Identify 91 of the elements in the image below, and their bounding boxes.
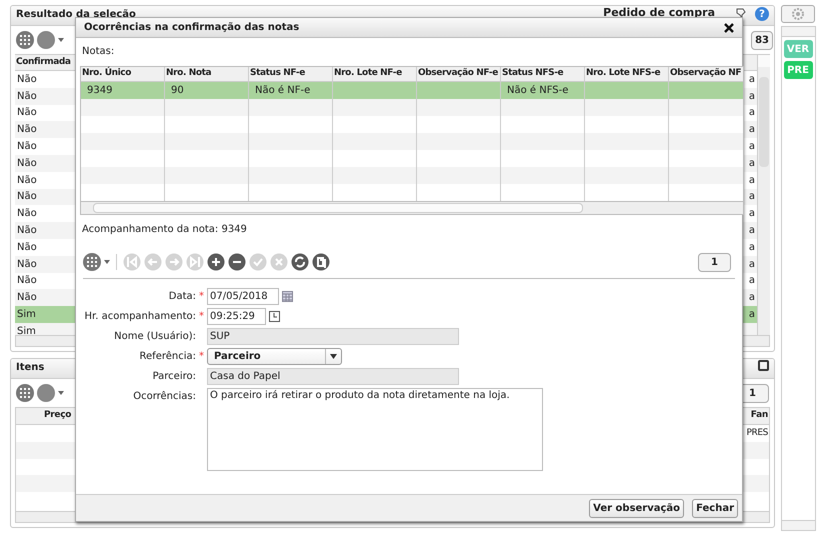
table-cell-text: PRES bbox=[746, 426, 768, 440]
table-cell-text: Não bbox=[16, 207, 38, 222]
table-cell-text: Não bbox=[16, 90, 38, 104]
panel-title: Resultado da seleção bbox=[16, 8, 136, 22]
table-cell-text: a bbox=[748, 308, 756, 322]
table-cell-text: a bbox=[748, 156, 756, 171]
field-label: Ocorrências: bbox=[132, 390, 196, 404]
caret-icon bbox=[58, 391, 64, 395]
table-cell-text: a bbox=[748, 207, 756, 222]
copy-icon[interactable] bbox=[312, 253, 330, 271]
context-title: Pedido de compra bbox=[603, 7, 715, 19]
table-cell-text: a bbox=[748, 90, 756, 104]
column-header[interactable]: Nro. Lote NF-e bbox=[333, 67, 417, 81]
text-area[interactable]: O parceiro irá retirar o produto da nota diretamente na loja. bbox=[207, 388, 543, 471]
settings-button[interactable] bbox=[781, 5, 815, 23]
column-header[interactable]: Nro. Nota bbox=[165, 67, 249, 81]
help-button[interactable]: ? bbox=[755, 7, 769, 21]
grid-icon[interactable] bbox=[16, 384, 34, 402]
horizontal-scrollbar[interactable] bbox=[81, 201, 743, 214]
document-icon[interactable] bbox=[37, 31, 55, 49]
table-cell-text: a bbox=[748, 224, 756, 238]
time-field[interactable]: 09:25:29 bbox=[207, 308, 266, 325]
column-header[interactable]: Status NF-e bbox=[249, 67, 333, 81]
table-cell-text: Não bbox=[16, 190, 38, 204]
grid-icon[interactable] bbox=[83, 253, 101, 271]
page-counter: 83 bbox=[751, 30, 773, 50]
column-header[interactable]: Nro. Lote NFS-e bbox=[585, 67, 669, 81]
table-cell-text: Não bbox=[16, 106, 38, 120]
dialog-button[interactable]: Ver observação bbox=[589, 498, 684, 518]
section-label: Acompanhamento da nota: 9349 bbox=[82, 223, 248, 237]
field-label: Parceiro: bbox=[152, 370, 196, 384]
readonly-field[interactable]: SUP bbox=[207, 328, 459, 345]
gear-icon[interactable] bbox=[792, 8, 804, 20]
table-cell-text: Não bbox=[16, 140, 38, 154]
table-cell-text: Não bbox=[16, 72, 38, 87]
column-header: Fan bbox=[750, 409, 768, 422]
table-cell-text: a bbox=[748, 106, 756, 120]
refresh-icon[interactable] bbox=[291, 253, 309, 271]
table-cell-text: Não bbox=[16, 123, 38, 138]
maximize-icon[interactable] bbox=[758, 360, 769, 371]
select-field[interactable]: Parceiro bbox=[207, 348, 342, 365]
table-cell-text: a bbox=[748, 123, 756, 138]
pin-icon[interactable] bbox=[735, 7, 747, 19]
dialog-button[interactable]: Fechar bbox=[692, 498, 738, 518]
required-mark: * bbox=[198, 350, 205, 364]
table-cell-text: a bbox=[748, 140, 756, 154]
vertical-scrollbar[interactable] bbox=[757, 55, 770, 335]
table-cell-text: a bbox=[748, 72, 756, 87]
column-header[interactable]: Status NFS-e bbox=[501, 67, 585, 81]
field-label: Referência: bbox=[138, 350, 196, 364]
column-header: Preço bbox=[44, 409, 72, 422]
table-cell-text: Não bbox=[16, 258, 38, 272]
table-cell-text: Sim bbox=[16, 324, 37, 335]
table-cell-text: Não bbox=[16, 240, 38, 255]
clock-icon[interactable] bbox=[269, 311, 280, 322]
table-cell-text: a bbox=[748, 258, 756, 272]
table-cell-text: Sim bbox=[16, 308, 37, 322]
remove-icon[interactable] bbox=[228, 253, 246, 271]
table-cell-text: a bbox=[748, 190, 756, 204]
table-cell-text: a bbox=[748, 240, 756, 255]
column-header: Confirmada bbox=[15, 56, 72, 69]
caret-icon bbox=[104, 260, 110, 264]
page-counter: 1 bbox=[698, 252, 731, 272]
column-header[interactable]: Observação NF-e bbox=[417, 67, 501, 81]
panel-title: Itens bbox=[16, 361, 44, 375]
required-mark: * bbox=[198, 310, 205, 324]
table-cell-text: Não bbox=[16, 274, 38, 288]
table-cell-text: Não bbox=[16, 156, 38, 171]
close-icon[interactable] bbox=[724, 22, 734, 32]
column-header[interactable]: Nro. Único bbox=[81, 67, 165, 81]
date-field[interactable]: 07/05/2018 bbox=[207, 288, 279, 305]
document-icon[interactable] bbox=[37, 384, 55, 402]
table-cell-text: Não bbox=[16, 291, 38, 306]
readonly-field[interactable]: Casa do Papel bbox=[207, 368, 459, 385]
caret-icon bbox=[58, 38, 64, 42]
table-row[interactable]: 9349 90 Não é NF-e Não é NFS-e bbox=[81, 82, 743, 99]
table-cell-text: a bbox=[748, 274, 756, 288]
calendar-icon[interactable] bbox=[282, 291, 293, 302]
table-cell-text: Não bbox=[16, 174, 38, 188]
section-label: Notas: bbox=[82, 45, 116, 59]
table-cell-text: a bbox=[748, 174, 756, 188]
required-mark: * bbox=[198, 290, 205, 304]
grid-icon[interactable] bbox=[16, 31, 34, 49]
field-label: Data: bbox=[168, 290, 196, 304]
table-cell-text: a bbox=[748, 291, 756, 306]
dialog-title: Ocorrências na confirmação das notas bbox=[84, 21, 300, 35]
add-icon[interactable] bbox=[207, 253, 225, 271]
field-label: Hr. acompanhamento: bbox=[84, 310, 196, 324]
table-cell-text: Não bbox=[16, 224, 38, 238]
field-label: Nome (Usuário): bbox=[113, 330, 196, 344]
column-header[interactable]: Observação NF bbox=[669, 67, 743, 81]
